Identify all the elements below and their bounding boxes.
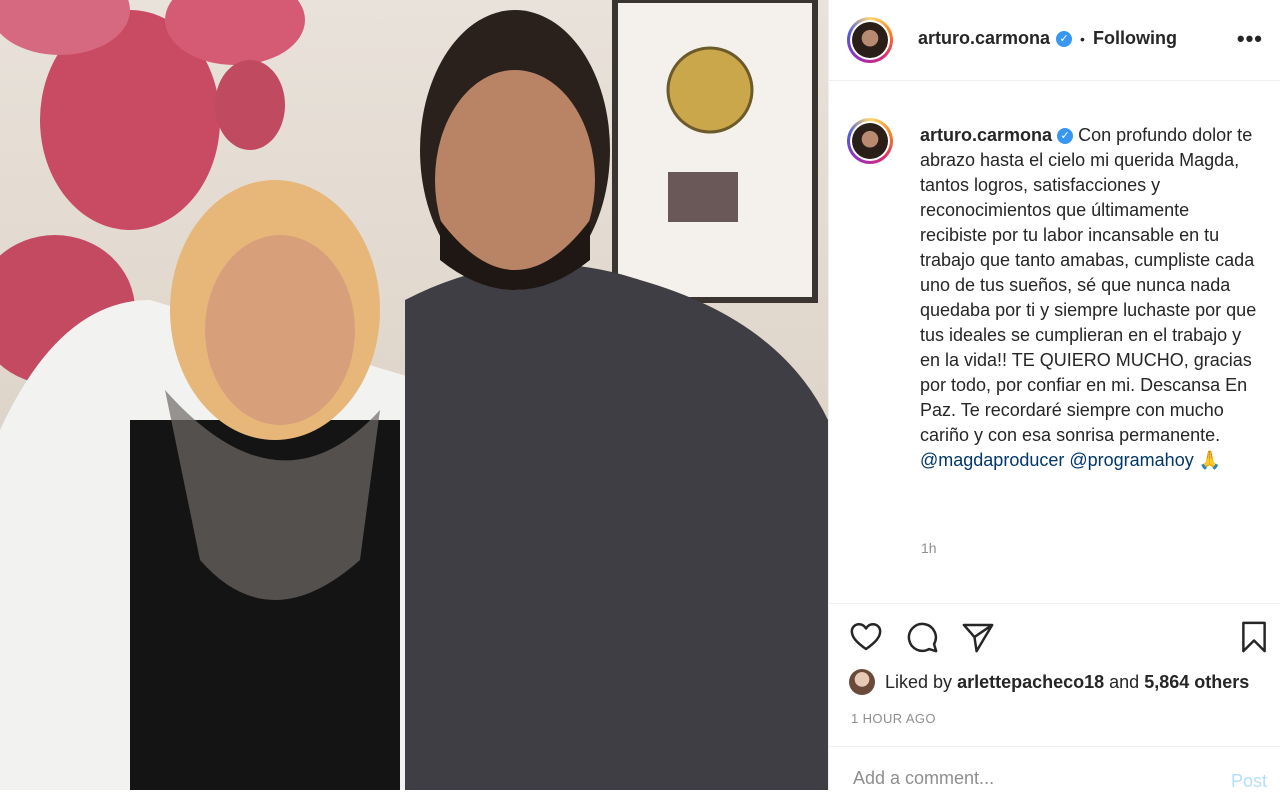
likes-summary: Liked by arlettepacheco18 and 5,864 othe… xyxy=(849,668,1249,696)
more-options-icon[interactable]: ••• xyxy=(1237,28,1263,50)
caption-username[interactable]: arturo.carmona xyxy=(920,125,1052,145)
likes-prefix: Liked by xyxy=(885,671,953,692)
post-photo[interactable] xyxy=(0,0,828,790)
post-side-panel: arturo.carmona ✓ • Following ••• arturo.… xyxy=(828,0,1280,791)
liker-avatar[interactable] xyxy=(849,669,875,695)
comment-box: Post xyxy=(829,746,1280,791)
likes-others-link[interactable]: 5,864 others xyxy=(1144,672,1249,693)
post-timestamp[interactable]: 1 HOUR AGO xyxy=(851,711,936,726)
bookmark-icon[interactable] xyxy=(1237,620,1271,654)
follow-separator: • xyxy=(1080,30,1085,47)
liker-username[interactable]: arlettepacheco18 xyxy=(957,672,1104,693)
verified-badge-icon: ✓ xyxy=(1056,30,1073,47)
mention-link[interactable]: @programahoy xyxy=(1069,450,1193,470)
caption-time[interactable]: 1h xyxy=(921,540,937,556)
comment-icon[interactable] xyxy=(905,620,939,654)
caption-avatar[interactable] xyxy=(847,118,893,164)
caption-text: Con profundo dolor te abrazo hasta el ci… xyxy=(920,125,1257,445)
post-header: arturo.carmona ✓ • Following ••• xyxy=(829,0,1280,81)
mention-link[interactable]: @magdaproducer xyxy=(920,450,1064,470)
likes-joiner: and xyxy=(1109,671,1140,692)
following-button[interactable]: Following xyxy=(1093,28,1177,49)
post-comment-button[interactable]: Post xyxy=(1231,771,1267,792)
verified-badge-icon: ✓ xyxy=(1057,128,1074,145)
post-photo-illustration xyxy=(0,0,828,790)
actions-divider xyxy=(829,603,1280,604)
share-icon[interactable] xyxy=(961,620,995,654)
prayer-emoji: 🙏 xyxy=(1198,450,1222,470)
post-caption: arturo.carmona ✓ Con profundo dolor te a… xyxy=(920,123,1260,473)
header-avatar[interactable] xyxy=(847,17,893,63)
comment-input[interactable] xyxy=(851,767,1175,790)
header-username[interactable]: arturo.carmona xyxy=(918,28,1050,49)
heart-icon[interactable] xyxy=(849,620,883,654)
action-bar xyxy=(829,606,1280,666)
